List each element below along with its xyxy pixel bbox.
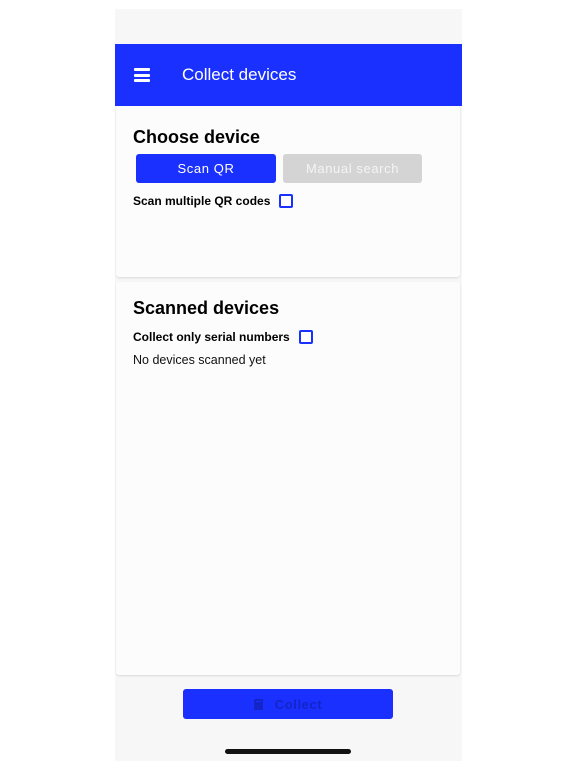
home-indicator — [225, 749, 351, 754]
collect-button-label: Collect — [274, 696, 323, 712]
scan-multiple-checkbox[interactable] — [279, 194, 294, 208]
scan-qr-button[interactable]: Scan QR — [136, 154, 276, 183]
scan-multiple-label: Scan multiple QR codes — [133, 194, 271, 208]
choose-device-card: Choose device Scan QR Manual search Scan… — [116, 106, 460, 277]
page-title: Collect devices — [182, 65, 297, 84]
collect-serial-label: Collect only serial numbers — [133, 330, 290, 344]
scanned-devices-title: Scanned devices — [133, 298, 280, 318]
scan-multiple-row: Scan multiple QR codes — [133, 193, 294, 209]
manual-search-button[interactable]: Manual search — [283, 154, 422, 183]
collect-serial-row: Collect only serial numbers — [133, 329, 313, 345]
collect-serial-checkbox[interactable] — [298, 330, 313, 344]
scanned-devices-card: Scanned devices Collect only serial numb… — [116, 282, 460, 675]
hamburger-menu-icon[interactable] — [134, 68, 150, 82]
choose-device-title: Choose device — [133, 127, 261, 147]
empty-devices-message: No devices scanned yet — [133, 353, 266, 367]
app-header: Collect devices — [115, 44, 462, 106]
collect-button[interactable]: Collect — [183, 689, 393, 719]
clipboard-icon — [253, 698, 263, 710]
